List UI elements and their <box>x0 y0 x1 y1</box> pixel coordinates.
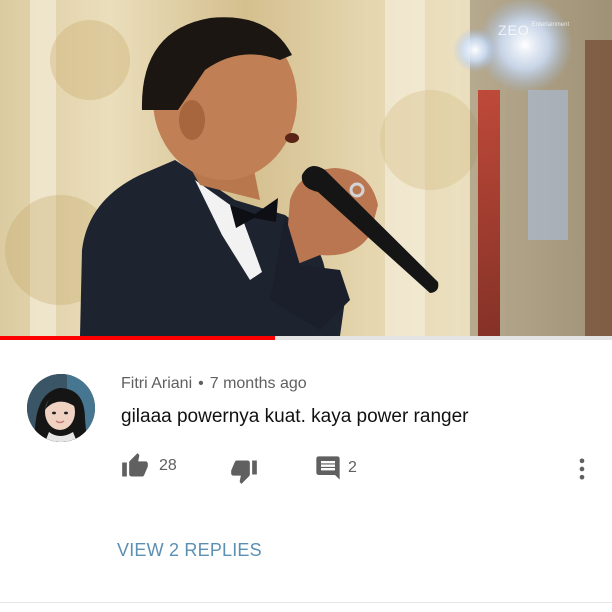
video-player[interactable]: ZEO Entertainment <box>0 0 612 336</box>
divider <box>0 602 612 603</box>
comment-icon <box>314 454 342 482</box>
thumbs-down-icon <box>230 457 258 485</box>
dislike-button[interactable] <box>230 457 258 485</box>
comment-author[interactable]: Fitri Ariani <box>121 375 192 392</box>
view-replies-link[interactable]: VIEW 2 REPLIES <box>117 540 262 561</box>
meta-separator: • <box>198 375 204 392</box>
like-button[interactable]: 28 <box>121 452 177 480</box>
like-count: 28 <box>159 457 177 474</box>
comment-time: 7 months ago <box>209 375 307 392</box>
thumbs-up-icon <box>121 452 149 480</box>
more-vertical-icon <box>568 455 596 483</box>
more-options-button[interactable] <box>568 455 596 483</box>
comment-meta: Fitri Ariani • 7 months ago <box>121 375 307 393</box>
comment-card: Fitri Ariani • 7 months ago gilaaa powerny… <box>0 340 612 612</box>
channel-watermark: ZEO Entertainment <box>498 22 570 38</box>
avatar[interactable] <box>27 374 95 442</box>
reply-count: 2 <box>348 459 357 476</box>
comment-text: gilaaa powernya kuat. kaya power ranger <box>121 406 469 427</box>
video-frame-image <box>0 0 612 336</box>
reply-button[interactable]: 2 <box>314 454 357 482</box>
